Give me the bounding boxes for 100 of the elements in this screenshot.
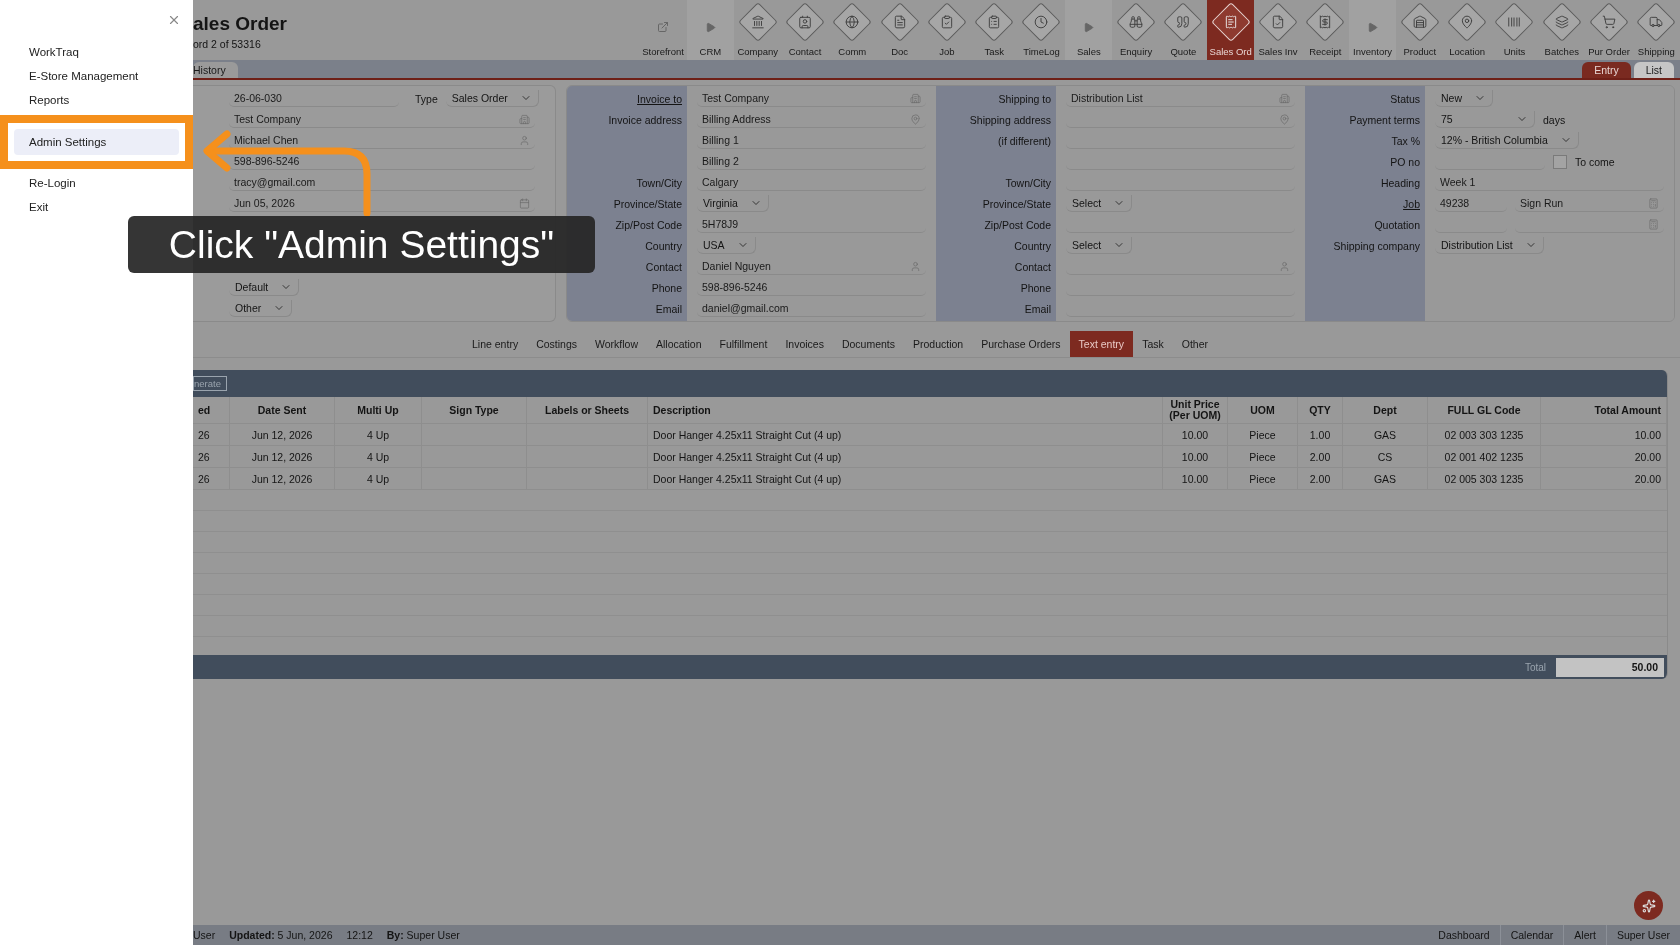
toolbar-button[interactable]: Shipping [1632, 0, 1680, 60]
generate-button[interactable]: nerate [193, 376, 227, 391]
building-icon [519, 113, 530, 125]
tab[interactable]: Invoices [776, 331, 833, 357]
checkbox[interactable] [1553, 154, 1567, 169]
assistant-button[interactable] [1634, 891, 1663, 920]
dropdown[interactable]: Default [229, 279, 300, 296]
tab[interactable]: Costings [527, 331, 586, 357]
text-field[interactable]: Billing Address [697, 111, 926, 128]
text-field[interactable]: Daniel Nguyen [697, 258, 926, 275]
toolbar-button[interactable]: Comm [828, 0, 876, 60]
toolbar-button[interactable]: Sales Inv [1254, 0, 1302, 60]
dropdown[interactable]: 75 [1435, 111, 1535, 128]
text-field[interactable]: Jun 05, 2026 [229, 195, 535, 212]
status-link[interactable]: Alert [1563, 925, 1606, 945]
toolbar-button[interactable]: Enquiry [1112, 0, 1160, 60]
page-title: ales Order [193, 13, 288, 35]
dropdown[interactable]: New [1435, 90, 1493, 107]
toolbar-button[interactable]: Product [1396, 0, 1444, 60]
tab[interactable]: Entry [1582, 62, 1631, 78]
tab[interactable]: Workflow [586, 331, 647, 357]
toolbar-button[interactable]: Receipt [1301, 0, 1349, 60]
field-label: Payment terms [1349, 113, 1420, 126]
text-field[interactable]: Distribution List [1066, 90, 1295, 107]
tab[interactable]: Purchase Orders [972, 331, 1070, 357]
dropdown[interactable]: Select [1066, 237, 1133, 254]
status-link[interactable]: Calendar [1499, 925, 1564, 945]
text-field[interactable]: Calgary [697, 174, 926, 191]
text-field[interactable]: 49238 [1435, 195, 1507, 212]
field-label: Tax % [1391, 134, 1420, 147]
toolbar-button[interactable]: Sales Ord [1207, 0, 1255, 60]
text-field[interactable]: Billing 1 [697, 132, 926, 149]
text-field[interactable]: Week 1 [1435, 174, 1664, 191]
field-label: Contact [645, 260, 682, 273]
tab[interactable]: Task [1133, 331, 1173, 357]
tab[interactable]: List [1633, 62, 1674, 78]
toolbar-button[interactable]: Task [970, 0, 1018, 60]
status-link[interactable]: Super User [1605, 925, 1680, 945]
text-field[interactable]: 598-896-5246 [229, 153, 535, 170]
toolbar-button[interactable]: Storefront [639, 0, 687, 60]
tab[interactable]: Line entry [463, 331, 528, 357]
tab[interactable]: Documents [832, 331, 904, 357]
text-field[interactable]: tracy@gmail.com [229, 174, 535, 191]
menu-item[interactable]: WorkTraq [0, 40, 193, 64]
field-link[interactable]: Job [1403, 197, 1420, 210]
dropdown[interactable]: Distribution List [1435, 237, 1544, 254]
menu-item[interactable]: Reports [0, 88, 193, 112]
field-link[interactable]: Invoice to [637, 92, 682, 105]
menu-item[interactable]: E-Store Management [0, 64, 193, 88]
text-field[interactable]: Test Company [697, 90, 926, 107]
toolbar-button[interactable]: CRM [686, 0, 735, 60]
toolbar-button[interactable]: Doc [875, 0, 924, 60]
text-field[interactable]: 5H78J9 [697, 216, 926, 233]
status-link[interactable]: Dashboard [1428, 925, 1500, 945]
toolbar-button[interactable]: Units [1490, 0, 1539, 60]
dropdown[interactable]: USA [697, 237, 756, 254]
dropdown[interactable]: 12% - British Columbia [1435, 132, 1579, 149]
table-cell: 26 [193, 446, 230, 468]
dropdown[interactable]: Select [1066, 195, 1133, 212]
tab[interactable]: Production [904, 331, 973, 357]
building-icon [910, 92, 921, 104]
toolbar-button[interactable]: Location [1443, 0, 1491, 60]
text-field[interactable]: Sign Run [1515, 195, 1664, 212]
dropdown[interactable]: Sales Order [445, 90, 539, 107]
toolbar-button[interactable]: Inventory [1348, 0, 1397, 60]
toolbar-button[interactable]: Contact [781, 0, 829, 60]
field-label: Province/State [613, 197, 682, 210]
tab[interactable]: Text entry [1069, 331, 1134, 357]
toolbar-button[interactable]: Quote [1159, 0, 1208, 60]
text-field[interactable]: 598-896-5246 [697, 279, 926, 296]
close-icon[interactable] [167, 13, 181, 27]
tab[interactable]: History [193, 62, 238, 78]
text-field[interactable]: daniel@gmail.com [697, 300, 926, 317]
text-field[interactable]: Michael Chen [229, 132, 535, 149]
toolbar-button[interactable]: Pur Order [1585, 0, 1633, 60]
building-icon [1279, 92, 1290, 104]
field-label: Email [1024, 302, 1051, 315]
text-field[interactable]: Billing 2 [697, 153, 926, 170]
toolbar-button[interactable]: Batches [1538, 0, 1586, 60]
tab[interactable]: Other [1172, 331, 1217, 357]
toolbar-button[interactable]: Sales [1065, 0, 1113, 60]
table-cell: 10.00 [1163, 446, 1228, 468]
menu-item[interactable]: Admin Settings [14, 129, 179, 155]
menu-item[interactable]: Exit [0, 195, 193, 219]
toolbar-button[interactable]: Job [923, 0, 971, 60]
dropdown[interactable]: Virginia [697, 195, 769, 212]
menu-item[interactable]: Re-Login [0, 171, 193, 195]
toolbar-button[interactable]: Company [734, 0, 782, 60]
field-label: Province/State [982, 197, 1051, 210]
person-icon [519, 134, 530, 146]
column-header: QTY [1298, 397, 1343, 424]
table-cell: Door Hanger 4.25x11 Straight Cut (4 up) [648, 446, 1163, 468]
field-label: Zip/Post Code [984, 218, 1051, 231]
dropdown[interactable]: Other [229, 300, 293, 317]
tab[interactable]: Allocation [647, 331, 711, 357]
toolbar-button[interactable]: TimeLog [1017, 0, 1066, 60]
unit-text: days [1543, 113, 1566, 126]
text-field[interactable]: Test Company [229, 111, 535, 128]
text-field[interactable]: 26-06-030 [229, 90, 399, 107]
tab[interactable]: Fulfillment [710, 331, 777, 357]
